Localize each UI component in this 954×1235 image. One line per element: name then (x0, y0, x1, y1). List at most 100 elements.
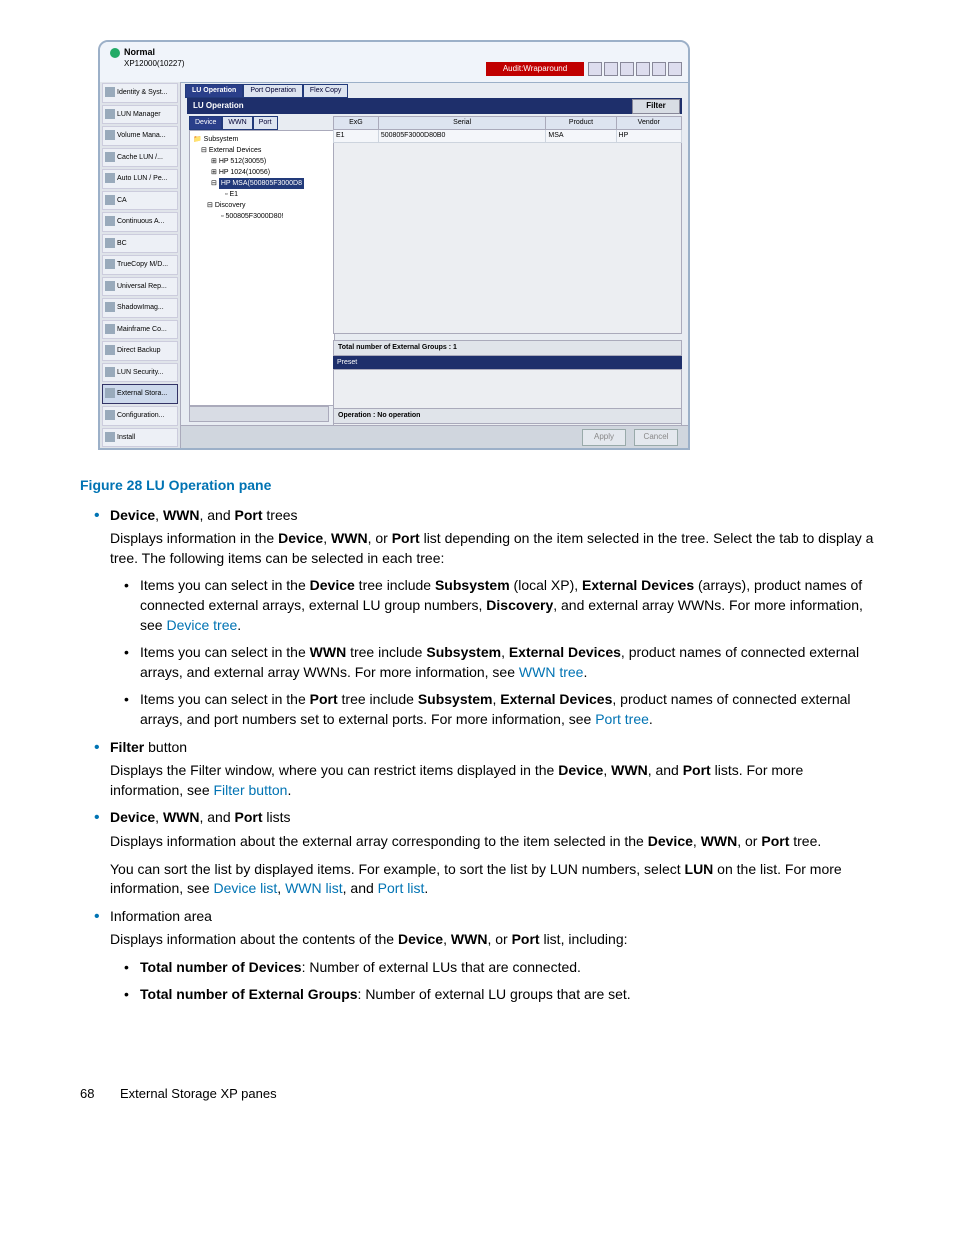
main-tabs: LU OperationPort OperationFlex Copy (185, 84, 348, 98)
link-port-list[interactable]: Port list (378, 880, 425, 896)
link-port-tree[interactable]: Port tree (595, 711, 649, 727)
toolbar-button-3[interactable] (620, 62, 634, 76)
apply-button[interactable]: Apply (582, 429, 626, 446)
sidebar-item[interactable]: Identity & Syst... (102, 83, 178, 103)
sidebar-icon (105, 410, 115, 420)
tree-tab[interactable]: Device (189, 116, 222, 130)
tree-item-selected[interactable]: ⊟ HP MSA(500805F3000D8 (193, 178, 331, 189)
bottom-bar: Apply Cancel (181, 425, 688, 448)
table-empty-area (333, 143, 682, 334)
device-list-area: ExGSerialProductVendor E1500805F3000D80B… (333, 116, 682, 334)
sidebar-item[interactable]: Auto LUN / Pe... (102, 169, 178, 189)
list-item: Items you can select in the Device tree … (110, 576, 874, 635)
sidebar-item[interactable]: BC (102, 234, 178, 254)
device-table[interactable]: ExGSerialProductVendor E1500805F3000D80B… (333, 116, 682, 143)
cell[interactable]: E1 (334, 129, 379, 142)
sidebar-icon (105, 388, 115, 398)
toolbar-button-5[interactable] (652, 62, 666, 76)
paragraph: Displays the Filter window, where you ca… (110, 761, 874, 800)
tree-leaf[interactable]: ▫ 500805F3000D80! (193, 211, 331, 222)
sidebar-item[interactable]: TrueCopy M/D... (102, 255, 178, 275)
operation-line: Operation : No operation (333, 408, 682, 424)
sidebar-icon (105, 216, 115, 226)
sidebar-item[interactable]: LUN Manager (102, 105, 178, 125)
paragraph: You can sort the list by displayed items… (110, 860, 874, 899)
sidebar-icon (105, 152, 115, 162)
tree-item[interactable]: ⊞ HP 1024(10056) (193, 167, 331, 178)
list-item: Device, WWN, and Port trees Displays inf… (80, 506, 874, 730)
sidebar-item[interactable]: Volume Mana... (102, 126, 178, 146)
audit-badge: Audit:Wraparound (486, 62, 584, 76)
sub-list: Total number of Devices: Number of exter… (110, 958, 874, 1005)
cell[interactable]: 500805F3000D80B0 (378, 129, 546, 142)
sidebar-icon (105, 302, 115, 312)
link-filter-button[interactable]: Filter button (214, 782, 288, 798)
main-tab[interactable]: LU Operation (185, 84, 243, 98)
cell[interactable]: HP (616, 129, 681, 142)
sidebar-icon (105, 432, 115, 442)
sidebar-item[interactable]: External Stora... (102, 384, 178, 404)
tree-root[interactable]: 📁 Subsystem (193, 134, 331, 145)
main-tab[interactable]: Port Operation (243, 84, 303, 98)
toolbar-button-4[interactable] (636, 62, 650, 76)
sidebar-icon (105, 87, 115, 97)
link-wwn-tree[interactable]: WWN tree (519, 664, 584, 680)
filter-button[interactable]: Filter (632, 99, 680, 114)
device-tree[interactable]: 📁 Subsystem ⊟ External Devices ⊞ HP 512(… (189, 130, 335, 406)
col-header[interactable]: Serial (378, 117, 546, 130)
list-item: Device, WWN, and Port lists Displays inf… (80, 808, 874, 898)
main-tab[interactable]: Flex Copy (303, 84, 349, 98)
tree-leaf[interactable]: ▫ E1 (193, 189, 331, 200)
sidebar-icon (105, 238, 115, 248)
status-icon (110, 48, 120, 58)
tree-discovery[interactable]: ⊟ Discovery (193, 200, 331, 211)
footer-text: External Storage XP panes (120, 1086, 277, 1101)
sidebar-item[interactable]: Configuration... (102, 406, 178, 426)
col-header[interactable]: Product (546, 117, 616, 130)
paragraph: Displays information about the external … (110, 832, 874, 852)
sidebar-icon (105, 259, 115, 269)
list-item: Total number of External Groups: Number … (110, 985, 874, 1005)
tree-tab[interactable]: Port (253, 116, 278, 130)
sidebar-item[interactable]: LUN Security... (102, 363, 178, 383)
sidebar-item[interactable]: Direct Backup (102, 341, 178, 361)
link-device-list[interactable]: Device list (214, 880, 278, 896)
toolbar-button-2[interactable] (604, 62, 618, 76)
toolbar-button-1[interactable] (588, 62, 602, 76)
tree-item[interactable]: ⊞ HP 512(30055) (193, 156, 331, 167)
tree-tabs: DeviceWWNPort (189, 116, 278, 130)
info-line: Total number of External Groups : 1 (333, 340, 682, 356)
sidebar-item[interactable]: Cache LUN /... (102, 148, 178, 168)
col-header[interactable]: ExG (334, 117, 379, 130)
col-header[interactable]: Vendor (616, 117, 681, 130)
figure-caption: Figure 28 LU Operation pane (80, 476, 874, 496)
tree-external-devices[interactable]: ⊟ External Devices (193, 145, 331, 156)
sidebar-item[interactable]: Universal Rep... (102, 277, 178, 297)
link-device-tree[interactable]: Device tree (166, 617, 237, 633)
tree-scrollbar[interactable] (189, 406, 329, 422)
sidebar-icon (105, 195, 115, 205)
sidebar-icon (105, 173, 115, 183)
cancel-button[interactable]: Cancel (634, 429, 678, 446)
sidebar-icon (105, 109, 115, 119)
tree-tab[interactable]: WWN (222, 116, 252, 130)
cell[interactable]: MSA (546, 129, 616, 142)
sidebar-item[interactable]: ShadowImag... (102, 298, 178, 318)
sidebar-icon (105, 345, 115, 355)
top-list: Device, WWN, and Port trees Displays inf… (80, 506, 874, 1005)
sidebar-item[interactable]: CA (102, 191, 178, 211)
paragraph: Displays information about the contents … (110, 930, 874, 950)
sidebar-item[interactable]: Install (102, 428, 178, 448)
link-wwn-list[interactable]: WWN list (285, 880, 343, 896)
list-item: Filter button Displays the Filter window… (80, 738, 874, 801)
window-toolbar (588, 62, 682, 76)
page-number: 68 (80, 1085, 120, 1103)
panel-title-bar: LU Operation Filter (187, 98, 682, 114)
sidebar-item[interactable]: Continuous A... (102, 212, 178, 232)
sidebar-item[interactable]: Mainframe Co... (102, 320, 178, 340)
sidebar-icon (105, 130, 115, 140)
list-item: Information area Displays information ab… (80, 907, 874, 1005)
status-text: Normal (124, 47, 155, 57)
toolbar-button-6[interactable] (668, 62, 682, 76)
array-id: XP12000(10227) (124, 58, 185, 69)
